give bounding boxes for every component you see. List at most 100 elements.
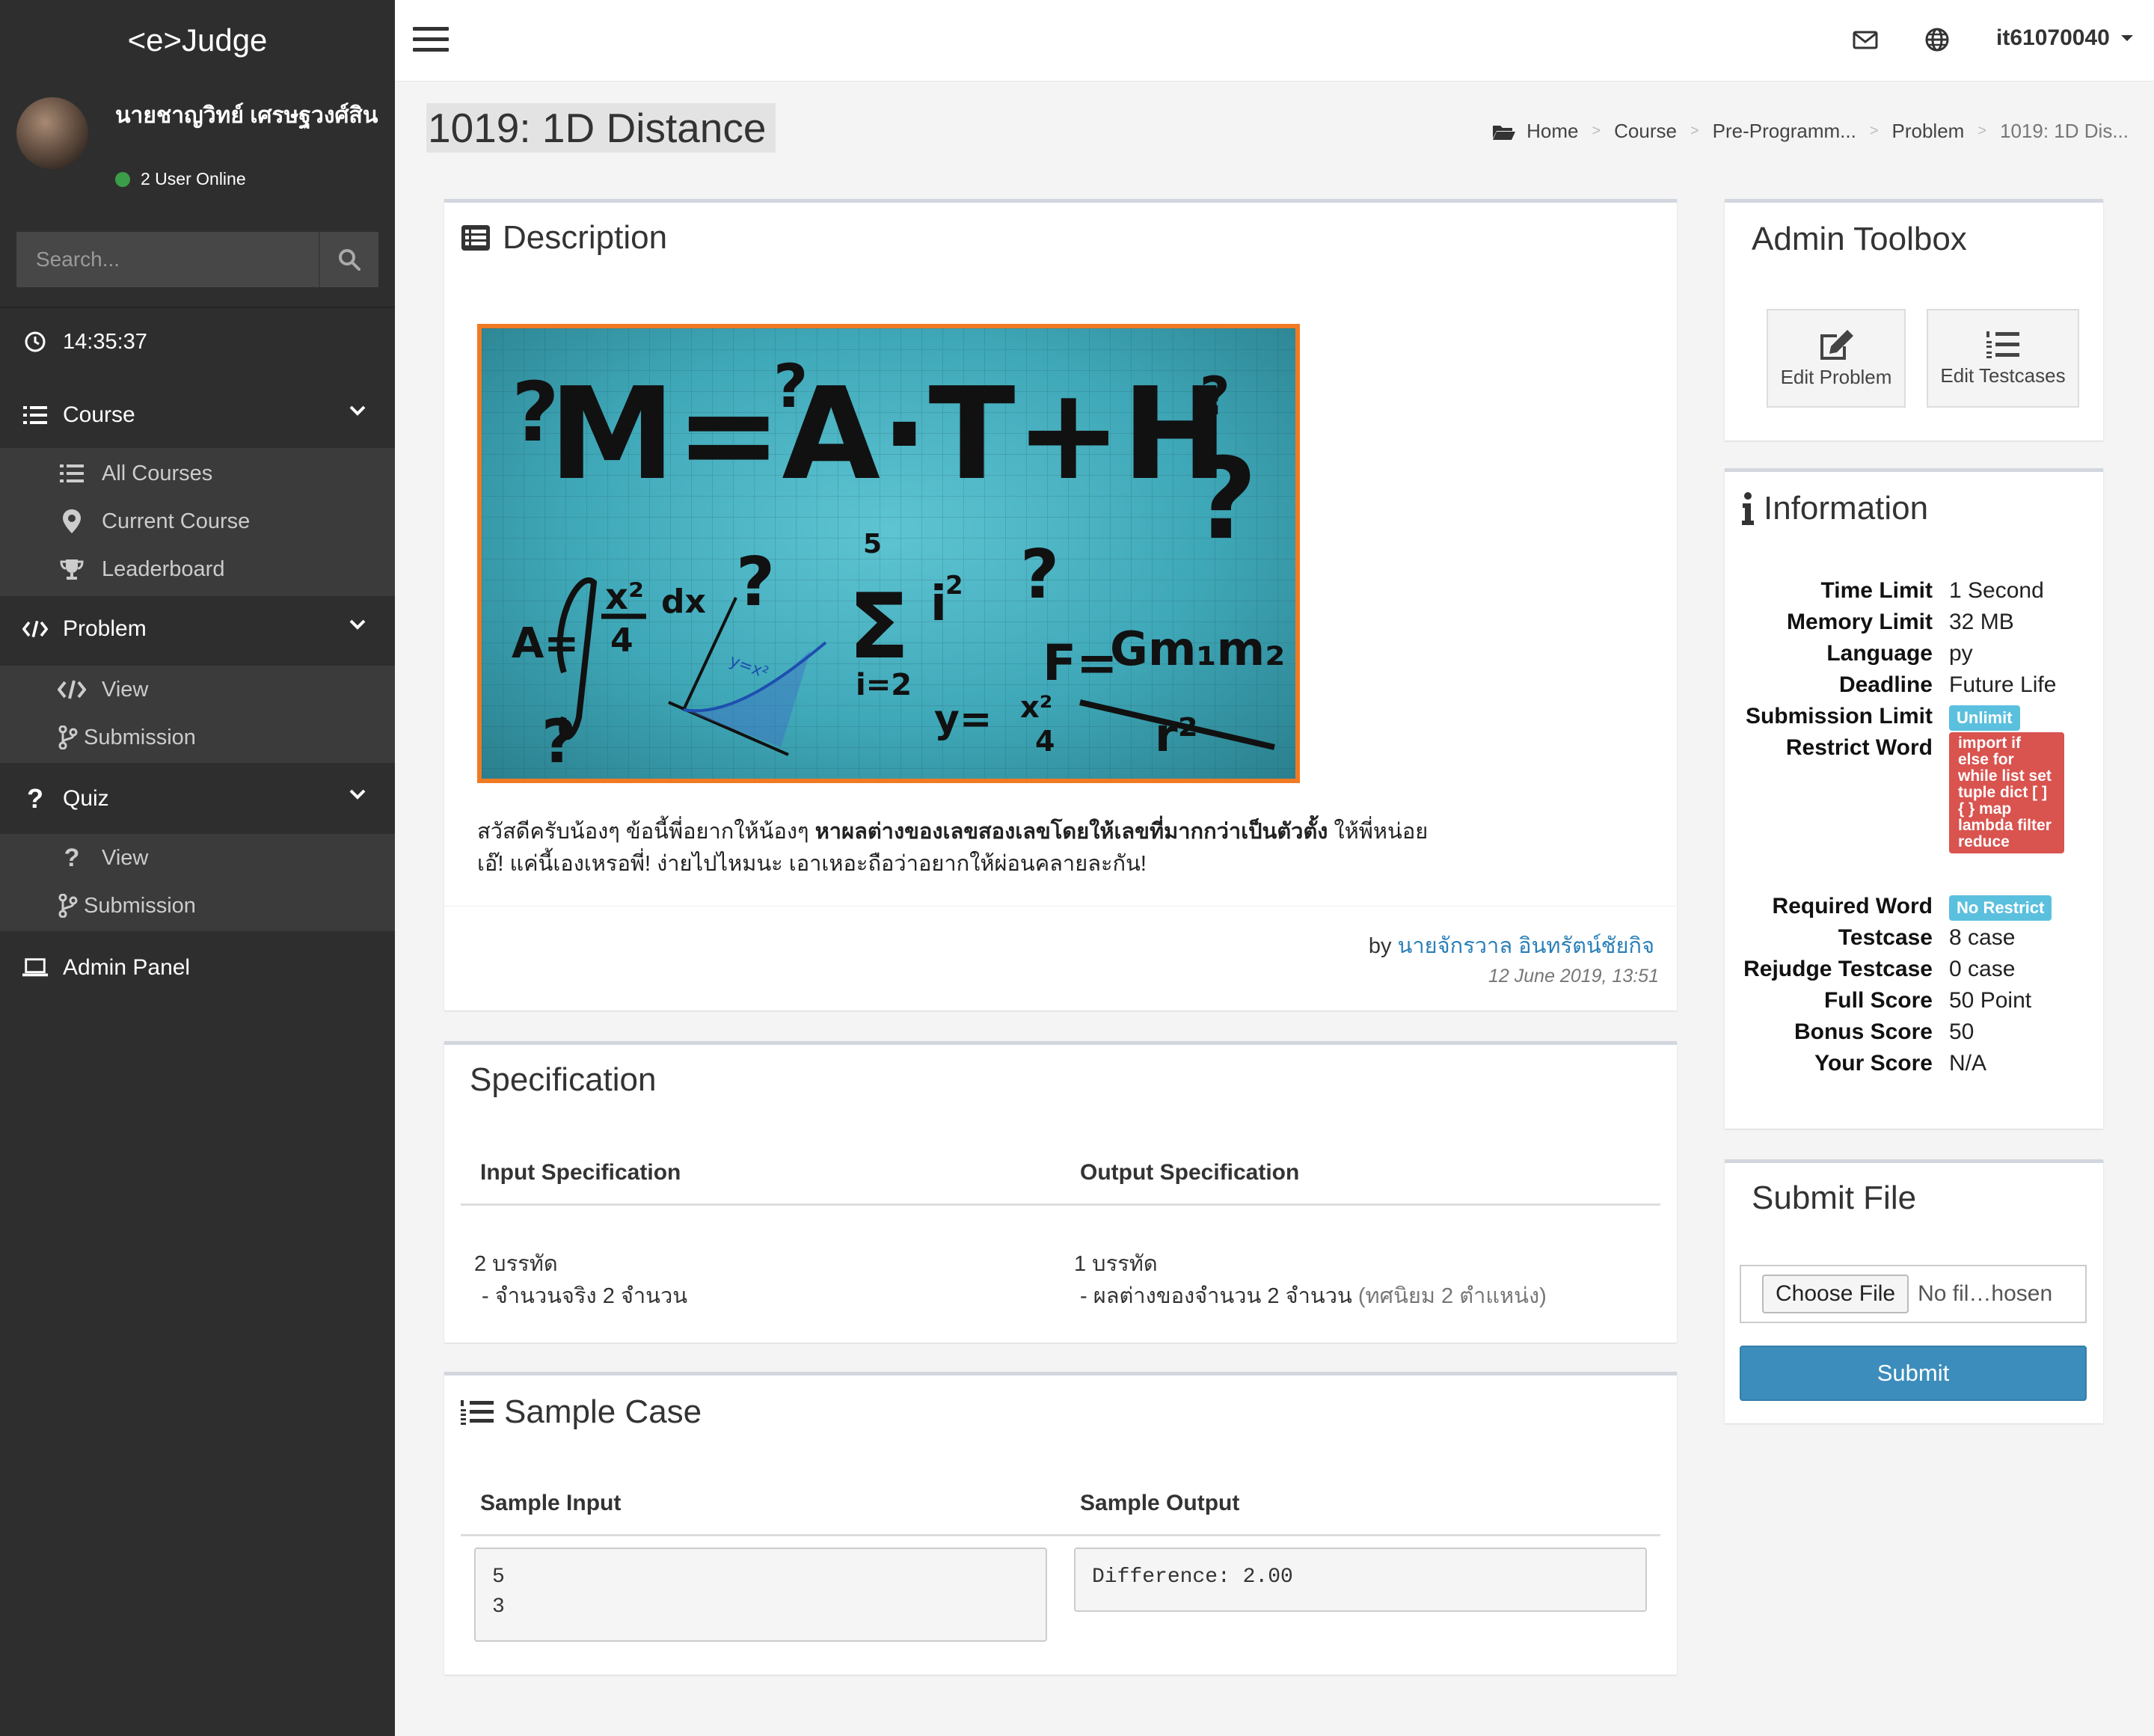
search-input[interactable] bbox=[16, 232, 319, 287]
specification-title: Specification bbox=[470, 1061, 657, 1098]
description-text-part1: สวัสดีครับน้องๆ ข้อนี้พี่อยากให้น้องๆ bbox=[477, 820, 815, 844]
svg-text:A=: A= bbox=[512, 619, 579, 668]
info-key: Full Score bbox=[1823, 988, 1933, 1013]
info-key: Submission Limit bbox=[1745, 704, 1933, 729]
brand-logo[interactable]: <e>Judge bbox=[0, 0, 395, 81]
info-value: 32 MB bbox=[1949, 610, 2014, 634]
svg-text:4: 4 bbox=[610, 622, 633, 660]
info-row-memory-limit: Memory Limit 32 MB bbox=[1725, 607, 2114, 638]
submit-button[interactable]: Submit bbox=[1740, 1346, 2087, 1401]
sample-output-code[interactable]: Difference: 2.00 bbox=[1074, 1548, 1647, 1612]
info-row-rejudge-testcase: Rejudge Testcase 0 case bbox=[1725, 954, 2114, 985]
description-line-1: สวัสดีครับน้องๆ ข้อนี้พี่อยากให้น้องๆ หา… bbox=[477, 816, 1449, 848]
input-spec-header: Input Specification bbox=[480, 1160, 681, 1185]
edit-testcases-button[interactable]: Edit Testcases bbox=[1927, 309, 2079, 408]
svg-text:r²: r² bbox=[1155, 708, 1198, 762]
user-menu[interactable]: it61070040 bbox=[1996, 25, 2134, 51]
svg-text:dx: dx bbox=[661, 583, 706, 621]
output-spec-line-2: - ผลต่างของจำนวน 2 จำนวน bbox=[1080, 1284, 1352, 1308]
search-button[interactable] bbox=[319, 232, 378, 287]
chevron-down-icon bbox=[349, 789, 366, 800]
information-box: Information Time Limit 1 Second Memory Li… bbox=[1725, 468, 2103, 1129]
sample-input-code[interactable]: 5 3 bbox=[474, 1548, 1047, 1642]
description-text-part2: ให้พี่หน่อย bbox=[1328, 820, 1429, 844]
sidebar: <e>Judge นายชาญวิทย์ เศรษฐวงศ์สิน 2 User… bbox=[0, 0, 395, 1736]
sidebar-item-quiz-view[interactable]: ? View bbox=[0, 834, 395, 882]
choose-file-button[interactable]: Choose File bbox=[1762, 1275, 1909, 1313]
admin-toolbox-box: Admin Toolbox Edit Problem Edit Testcase… bbox=[1725, 199, 2103, 441]
unlimit-badge: Unlimit bbox=[1949, 705, 2020, 731]
description-title-text: Description bbox=[503, 219, 668, 256]
all-courses-label: All Courses bbox=[102, 461, 213, 485]
sidebar-item-problem-submission[interactable]: Submission bbox=[0, 714, 395, 761]
input-spec-body: 2 บรรทัด - จำนวนจริง 2 จำนวน bbox=[474, 1248, 687, 1313]
laptop-icon bbox=[22, 957, 48, 978]
breadcrumb-course[interactable]: Course bbox=[1614, 120, 1677, 143]
sample-input-header: Sample Input bbox=[480, 1491, 622, 1515]
sidebar-item-current-course[interactable]: Current Course bbox=[0, 497, 395, 545]
edit-problem-button[interactable]: Edit Problem bbox=[1767, 309, 1906, 408]
avatar bbox=[16, 97, 88, 169]
problem-submenu: View Submission bbox=[0, 666, 395, 763]
online-text: 2 User Online bbox=[141, 169, 246, 188]
folder-open-icon bbox=[1493, 125, 1516, 140]
info-row-full-score: Full Score 50 Point bbox=[1725, 985, 2114, 1016]
question-icon: ? bbox=[64, 843, 80, 872]
output-spec-body: 1 บรรทัด - ผลต่างของจำนวน 2 จำนวน (ทศนิย… bbox=[1074, 1248, 1547, 1313]
search-icon bbox=[339, 249, 360, 271]
sidebar-menu-problem[interactable]: Problem bbox=[0, 596, 395, 662]
sample-case-box: Sample Case Sample Input Sample Output 5… bbox=[444, 1372, 1677, 1675]
breadcrumb-pre-programming[interactable]: Pre-Programm... bbox=[1713, 120, 1856, 143]
page-title: 1019: 1D Distance bbox=[426, 103, 776, 153]
author-link[interactable]: นายจักรวาล อินทรัตน์ชัยกิจ bbox=[1398, 934, 1654, 958]
problem-submission-label: Submission bbox=[84, 725, 196, 749]
svg-text:?: ? bbox=[1192, 435, 1257, 565]
math-illustration-art: M=A·T+H ? ? ? ? ? ? ? A= Σ i 2 i=2 5 y= … bbox=[512, 352, 1285, 776]
math-illustration: M=A·T+H ? ? ? ? ? ? ? A= Σ i 2 i=2 5 y= … bbox=[477, 324, 1300, 783]
quiz-submenu: ? View Submission bbox=[0, 834, 395, 931]
info-value: py bbox=[1949, 641, 1973, 666]
svg-text:?: ? bbox=[773, 352, 808, 421]
sidebar-item-all-courses[interactable]: All Courses bbox=[0, 450, 395, 497]
sidebar-menu-quiz[interactable]: ? Quiz bbox=[0, 766, 395, 832]
trophy-icon bbox=[57, 558, 87, 580]
input-spec-line-2: - จำนวนจริง 2 จำนวน bbox=[482, 1284, 688, 1308]
sidebar-item-leaderboard[interactable]: Leaderboard bbox=[0, 545, 395, 593]
info-key: Language bbox=[1826, 641, 1933, 666]
list-alt-icon bbox=[461, 225, 490, 251]
description-title: Description bbox=[461, 219, 667, 257]
svg-text:x²: x² bbox=[605, 576, 644, 618]
file-input[interactable]: Choose File No fil…hosen bbox=[1740, 1265, 2087, 1323]
code-fork-icon bbox=[57, 726, 79, 749]
quiz-label: Quiz bbox=[63, 786, 109, 811]
breadcrumb-problem[interactable]: Problem bbox=[1892, 120, 1965, 143]
current-course-label: Current Course bbox=[102, 509, 251, 533]
breadcrumb-home[interactable]: Home bbox=[1526, 120, 1578, 143]
code-fork-icon bbox=[57, 894, 79, 918]
breadcrumb-separator: > bbox=[1977, 123, 1987, 139]
info-row-language: Language py bbox=[1725, 638, 2114, 669]
sidebar-item-quiz-submission[interactable]: Submission bbox=[0, 882, 395, 930]
chevron-down-icon bbox=[349, 619, 366, 630]
list-ol-icon bbox=[1986, 331, 2019, 358]
menu-toggle-icon[interactable] bbox=[413, 27, 449, 52]
globe-icon[interactable] bbox=[1924, 27, 1950, 52]
file-name-text: No fil…hosen bbox=[1918, 1281, 2053, 1306]
info-key: Time Limit bbox=[1820, 578, 1933, 603]
envelope-icon[interactable] bbox=[1853, 27, 1878, 52]
sidebar-item-problem-view[interactable]: View bbox=[0, 666, 395, 714]
quiz-view-label: View bbox=[102, 845, 149, 870]
no-restrict-badge: No Restrict bbox=[1949, 895, 2052, 921]
sidebar-menu-course[interactable]: Course bbox=[0, 382, 395, 448]
breadcrumb-current: 1019: 1D Dis... bbox=[2000, 120, 2129, 142]
breadcrumb-separator: > bbox=[1592, 123, 1601, 139]
clock-icon bbox=[24, 331, 46, 353]
svg-text:i=2: i=2 bbox=[856, 668, 912, 702]
info-value: 50 bbox=[1949, 1019, 1974, 1044]
info-key: Restrict Word bbox=[1785, 735, 1933, 760]
svg-text:y=x²: y=x² bbox=[727, 651, 771, 683]
username: it61070040 bbox=[1996, 25, 2110, 50]
sidebar-item-admin-panel[interactable]: Admin Panel bbox=[0, 935, 395, 1001]
admin-panel-label: Admin Panel bbox=[63, 955, 191, 980]
svg-text:?: ? bbox=[1200, 366, 1230, 427]
